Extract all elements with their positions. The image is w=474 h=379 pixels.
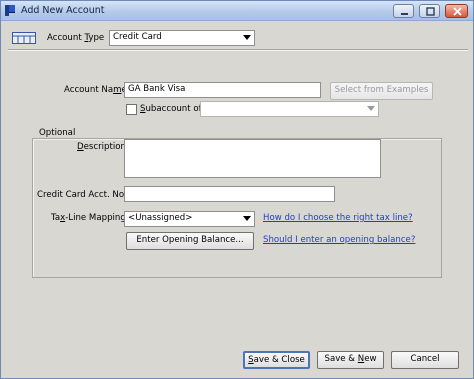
save-close-label: ave & Close (253, 355, 305, 365)
save-new-button[interactable]: Save & New (317, 351, 384, 369)
tax-line-label: Tax-Line Mapping (51, 213, 126, 223)
dropdown-arrow-icon (367, 106, 375, 111)
account-type-value: Credit Card (113, 32, 162, 42)
account-name-label-pre: Account Na (64, 85, 114, 95)
cancel-button[interactable]: Cancel (391, 351, 459, 369)
maximize-icon (426, 7, 435, 16)
subaccount-label-post: ubaccount of (145, 104, 202, 114)
description-textarea[interactable] (124, 139, 381, 178)
window-title: Add New Account (21, 5, 105, 16)
account-type-select[interactable]: Credit Card (109, 30, 255, 46)
tax-line-help-link[interactable]: How do I choose the right tax line? (263, 213, 413, 223)
account-name-value: GA Bank Visa (128, 84, 186, 94)
account-type-label-post: ype (88, 33, 105, 43)
save-close-button[interactable]: Save & Close (243, 351, 310, 369)
dropdown-arrow-icon (243, 35, 251, 40)
save-new-label-pre: Save & (324, 354, 358, 364)
account-register-icon (12, 32, 36, 44)
maximize-button[interactable] (419, 4, 440, 18)
subaccount-label: Subaccount of (140, 104, 202, 114)
optional-label: Optional (37, 128, 78, 138)
cc-acct-no-input[interactable] (124, 186, 335, 202)
account-name-input[interactable]: GA Bank Visa (124, 82, 321, 98)
description-label-post: escription (83, 142, 126, 152)
tax-line-label-pre: Ta (51, 213, 61, 223)
description-label: Description (77, 142, 126, 152)
account-name-label: Account Name (64, 85, 127, 95)
cc-acct-no-label: Credit Card Acct. No. (37, 190, 127, 200)
tax-line-select[interactable]: <Unassigned> (124, 211, 255, 227)
account-type-label-pre: Account (47, 33, 85, 43)
minimize-icon (401, 13, 408, 15)
tax-line-label-post: -Line Mapping (65, 213, 126, 223)
subaccount-checkbox[interactable] (126, 104, 137, 115)
app-icon (5, 5, 15, 16)
dropdown-arrow-icon (243, 216, 251, 221)
minimize-button[interactable] (393, 4, 414, 18)
account-type-label: Account Type (47, 33, 104, 43)
save-new-label-post: ew (364, 354, 377, 364)
title-bar[interactable]: Add New Account (1, 1, 473, 21)
select-from-examples-button[interactable]: Select from Examples (330, 82, 433, 100)
section-divider (8, 49, 468, 51)
add-new-account-window: Add New Account Account Type Credit Card… (0, 0, 474, 379)
close-button[interactable] (445, 4, 468, 18)
tax-line-value: <Unassigned> (128, 213, 193, 223)
opening-balance-help-link[interactable]: Should I enter an opening balance? (263, 235, 415, 245)
description-label-accesskey: D (77, 142, 84, 152)
subaccount-select[interactable] (200, 101, 379, 117)
enter-opening-balance-button[interactable]: Enter Opening Balance... (126, 232, 254, 250)
close-icon (453, 7, 462, 16)
account-name-label-accesskey: m (113, 85, 122, 95)
